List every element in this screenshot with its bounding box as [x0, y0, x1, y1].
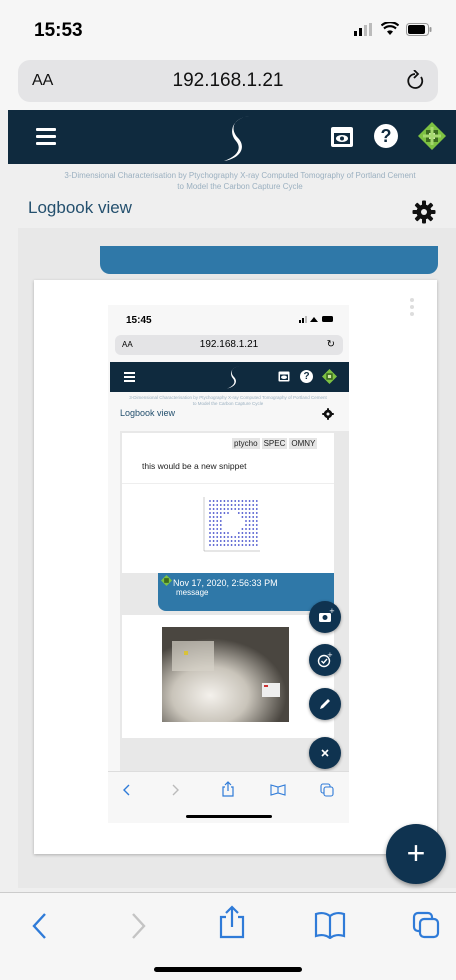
embedded-app-logo	[227, 366, 240, 389]
embedded-eye-icon	[278, 371, 290, 382]
bookmarks-icon[interactable]	[314, 911, 346, 939]
menu-icon[interactable]	[36, 128, 56, 146]
embedded-back-icon	[123, 784, 130, 796]
embedded-message-date: Nov 17, 2020, 2:56:33 PM	[173, 578, 278, 588]
embedded-screenshot[interactable]: 15:45 AA 192.168.1.21 ↻ ? 3-Dimensional …	[108, 305, 349, 823]
embedded-check-circle-icon: +	[317, 651, 333, 668]
embedded-avatar-icon	[322, 369, 337, 384]
embedded-tags: ptycho SPEC OMNY	[232, 438, 318, 449]
embedded-message-avatar-icon	[161, 575, 172, 586]
svg-text:+: +	[329, 607, 335, 615]
embedded-pencil-icon	[320, 699, 330, 709]
eye-icon[interactable]	[330, 126, 354, 148]
embedded-menu-icon	[124, 372, 135, 384]
embedded-snippet-text: this would be a new snippet	[142, 461, 247, 471]
user-avatar-icon[interactable]	[418, 122, 446, 150]
svg-text:+: +	[327, 651, 333, 659]
tag: SPEC	[261, 438, 288, 449]
status-time: 15:53	[34, 20, 83, 41]
tabs-icon[interactable]	[412, 911, 440, 939]
embedded-home-indicator	[186, 815, 272, 818]
forward-icon[interactable]	[128, 911, 148, 941]
embedded-reload-icon: ↻	[326, 339, 335, 350]
embedded-gear-icon	[322, 408, 334, 420]
embedded-message-bubble: Nov 17, 2020, 2:56:33 PM message	[158, 573, 334, 611]
embedded-browser-toolbar	[108, 771, 349, 823]
embedded-status-bar: 15:45	[108, 305, 349, 335]
embedded-message-text: message	[176, 588, 209, 597]
home-indicator	[154, 967, 302, 972]
reload-icon[interactable]	[406, 70, 426, 92]
embedded-close-icon	[321, 749, 329, 757]
add-button-label: +	[406, 835, 426, 871]
tag: OMNY	[289, 438, 318, 449]
embedded-fab-edit	[309, 688, 341, 720]
browser-url-area: AA 192.168.1.21	[0, 60, 456, 110]
signal-icon	[354, 22, 372, 36]
battery-icon	[406, 22, 432, 36]
embedded-app-header: ?	[110, 362, 349, 392]
embedded-scatter-plot-image	[203, 497, 260, 552]
app-logo[interactable]	[218, 112, 258, 164]
embedded-bookmarks-icon	[270, 784, 286, 796]
embedded-help-icon: ?	[300, 370, 313, 383]
status-icons	[354, 22, 432, 36]
tag: ptycho	[232, 438, 260, 449]
add-button[interactable]: +	[386, 824, 446, 884]
app-header: ?	[8, 110, 456, 164]
address-bar[interactable]: AA 192.168.1.21	[18, 60, 438, 102]
embedded-fab-close	[309, 737, 341, 769]
previous-message-bubble[interactable]	[100, 246, 438, 274]
embedded-share-icon	[222, 781, 234, 797]
embedded-photo	[162, 627, 289, 722]
project-subtitle: 3-Dimensional Characterisation by Ptycho…	[64, 171, 416, 191]
embedded-divider	[122, 483, 334, 484]
embedded-tabs-icon	[320, 783, 334, 797]
kebab-menu-icon[interactable]	[410, 298, 414, 319]
help-icon[interactable]: ?	[374, 124, 398, 148]
embedded-fab-camera: +	[309, 601, 341, 633]
address-text[interactable]: 192.168.1.21	[18, 70, 438, 92]
embedded-camera-icon: +	[319, 607, 335, 622]
wifi-icon	[381, 22, 399, 35]
page: 15:53 AA 192.168.1.21 ? 3-Dimensional Ch…	[0, 0, 456, 980]
embedded-address-text: 192.168.1.21	[199, 339, 259, 350]
embedded-status-time: 15:45	[126, 315, 152, 326]
embedded-subtitle: 3-Dimensional Characterisation by Ptycho…	[129, 395, 327, 406]
embedded-fab-check: +	[309, 644, 341, 676]
embedded-forward-icon	[172, 784, 179, 796]
embedded-status-icons	[299, 316, 333, 323]
embedded-page-title: Logbook view	[120, 408, 176, 418]
status-bar: 15:53	[0, 0, 456, 60]
embedded-address-bar: AA 192.168.1.21 ↻	[115, 335, 343, 355]
page-title: Logbook view	[28, 198, 132, 217]
gear-icon[interactable]	[412, 200, 436, 224]
back-icon[interactable]	[30, 911, 50, 941]
share-icon[interactable]	[218, 905, 246, 939]
